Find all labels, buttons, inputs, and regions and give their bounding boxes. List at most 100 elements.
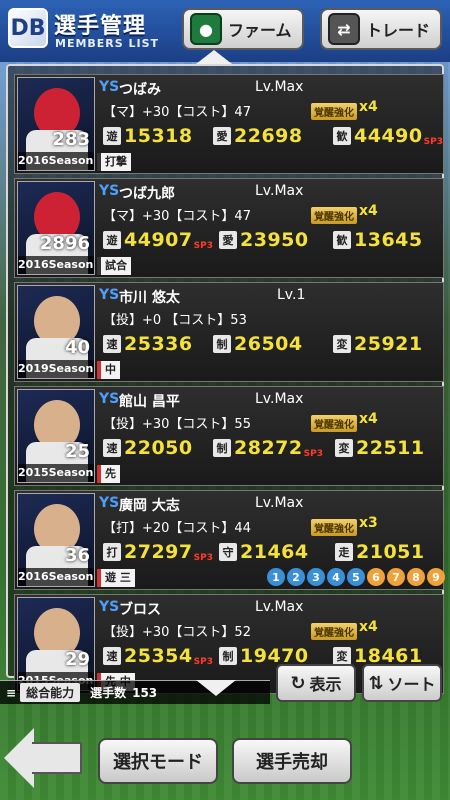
page-title: 選手管理 [54, 14, 147, 39]
player-card[interactable]: 2896 2016Season.1 試合 YS つば九郎 Lv.Max 【マ】+… [14, 178, 444, 278]
team-icon: YS [99, 79, 120, 95]
player-card[interactable]: 36 2016Season.3 遊 三 YS 廣岡 大志 Lv.Max 【打】+… [14, 490, 447, 590]
team-icon: YS [99, 391, 120, 407]
stat-1: 遊 44907 SP3 [103, 229, 213, 251]
stat-2: 制 26504 [213, 333, 304, 355]
slot-9: 9 [427, 568, 445, 586]
season-label: 2015Season.3 [18, 464, 94, 482]
sort-icon: ≡ [6, 685, 17, 700]
slot-4: 4 [327, 568, 345, 586]
kakusei-badge: 覚醒強化 [311, 519, 357, 536]
player-level: Lv.Max [255, 183, 304, 199]
slot-8: 8 [407, 568, 425, 586]
player-level: Lv.Max [255, 391, 304, 407]
back-button[interactable] [4, 728, 82, 788]
display-button[interactable]: ↻ 表示 [276, 664, 356, 702]
display-button-label: 表示 [309, 675, 342, 694]
kakusei-multiplier: x3 [359, 515, 378, 531]
player-info: 【マ】+30【コスト】47 [103, 209, 251, 224]
player-portrait: 29 2015Season.1 [17, 597, 95, 691]
player-info: 【投】+30【コスト】52 [103, 625, 251, 640]
position-tag: 試合 [97, 257, 131, 275]
page-subtitle: MEMBERS LIST [55, 37, 160, 50]
player-list[interactable]: 283 2016Season.1 打撃 YS つばみ Lv.Max 【マ】+30… [6, 64, 447, 694]
batting-order-slots: 1 2 3 4 5 6 7 8 9 [267, 568, 447, 586]
stat-2: 愛 22698 [213, 125, 304, 147]
select-mode-button-label: 選択モード [113, 752, 203, 773]
kakusei-multiplier: x4 [359, 99, 378, 115]
uniform-number: 25 [64, 441, 90, 462]
stat-1: 打 27297 SP3 [103, 541, 213, 563]
player-level: Lv.Max [255, 495, 304, 511]
trade-button[interactable]: ⇄ トレード [320, 8, 442, 50]
slot-7: 7 [387, 568, 405, 586]
back-arrow-tail [32, 742, 82, 774]
kakusei-badge: 覚醒強化 [311, 103, 357, 120]
player-portrait: 2896 2016Season.1 [17, 181, 95, 275]
player-portrait: 25 2015Season.3 [17, 389, 95, 483]
season-label: 2016Season.3 [18, 568, 94, 586]
scroll-up-arrow-icon[interactable] [196, 50, 232, 64]
stat-3: 走 21051 [335, 541, 426, 563]
stat-3: 変 25921 [333, 333, 424, 355]
stat-2: 制 28272 SP3 [213, 437, 323, 459]
stat-3: 歓 13645 [333, 229, 424, 251]
stat-2: 守 21464 [219, 541, 310, 563]
season-label: 2019Season.1 [18, 360, 94, 378]
uniform-number: 29 [64, 649, 90, 670]
player-card[interactable]: 40 2019Season.1 中 YS 市川 悠太 Lv.1 【投】+0 【コ… [14, 282, 444, 382]
team-icon: YS [99, 495, 120, 511]
select-mode-button[interactable]: 選択モード [98, 738, 218, 784]
position-tag: 遊 三 [97, 569, 135, 587]
trade-button-label: トレード [366, 21, 431, 40]
stat-2: 愛 23950 [219, 229, 310, 251]
stat-1: 速 22050 [103, 437, 194, 459]
player-name: つばみ [119, 82, 161, 98]
refresh-icon: ↻ [290, 672, 306, 694]
player-name: 市川 悠太 [119, 290, 180, 306]
player-name: 廣岡 大志 [119, 498, 180, 514]
player-card[interactable]: 25 2015Season.3 先 YS 館山 昌平 Lv.Max 【投】+30… [14, 386, 444, 486]
sell-player-button[interactable]: 選手売却 [232, 738, 352, 784]
kakusei-badge: 覚醒強化 [311, 623, 357, 640]
player-info: 【投】+30【コスト】55 [103, 417, 251, 432]
sort-icon: ⇅ [368, 672, 384, 694]
sort-criteria-tag: 総合能力 [20, 683, 81, 702]
farm-button[interactable]: ● ファーム [182, 8, 304, 50]
stat-3: 歓 44490 SP3 [333, 125, 443, 147]
slot-6: 6 [367, 568, 385, 586]
player-name: ブロス [119, 602, 161, 618]
kakusei-multiplier: x4 [359, 411, 378, 427]
trade-icon: ⇄ [328, 13, 360, 45]
player-count: 153 [132, 685, 158, 700]
sort-button-label: ソート [387, 675, 436, 694]
uniform-number: 40 [64, 337, 90, 358]
player-count-label: 選手数 [90, 686, 127, 700]
season-label: 2016Season.1 [18, 152, 94, 170]
player-portrait: 36 2016Season.3 [17, 493, 95, 587]
position-tag: 先 [97, 465, 120, 483]
stat-1: 速 25354 SP3 [103, 645, 213, 667]
player-portrait: 40 2019Season.1 [17, 285, 95, 379]
player-name: つば九郎 [119, 186, 175, 202]
player-name: 館山 昌平 [119, 394, 180, 410]
team-logo: DB [8, 8, 48, 48]
back-arrow-icon [4, 728, 34, 788]
player-level: Lv.Max [255, 79, 304, 95]
stat-1: 遊 15318 [103, 125, 194, 147]
sort-button[interactable]: ⇅ ソート [362, 664, 442, 702]
player-portrait: 283 2016Season.1 [17, 77, 95, 171]
stat-1: 速 25336 [103, 333, 194, 355]
people-icon: ● [190, 13, 222, 45]
slot-5: 5 [347, 568, 365, 586]
kakusei-multiplier: x4 [359, 619, 378, 635]
kakusei-badge: 覚醒強化 [311, 207, 357, 224]
uniform-number: 36 [64, 545, 90, 566]
farm-button-label: ファーム [228, 21, 292, 40]
scroll-down-arrow-icon[interactable] [196, 680, 236, 696]
sell-player-button-label: 選手売却 [256, 752, 328, 773]
player-card[interactable]: 283 2016Season.1 打撃 YS つばみ Lv.Max 【マ】+30… [14, 74, 444, 174]
uniform-number: 283 [52, 129, 90, 150]
player-info: 【マ】+30【コスト】47 [103, 105, 251, 120]
slot-2: 2 [287, 568, 305, 586]
